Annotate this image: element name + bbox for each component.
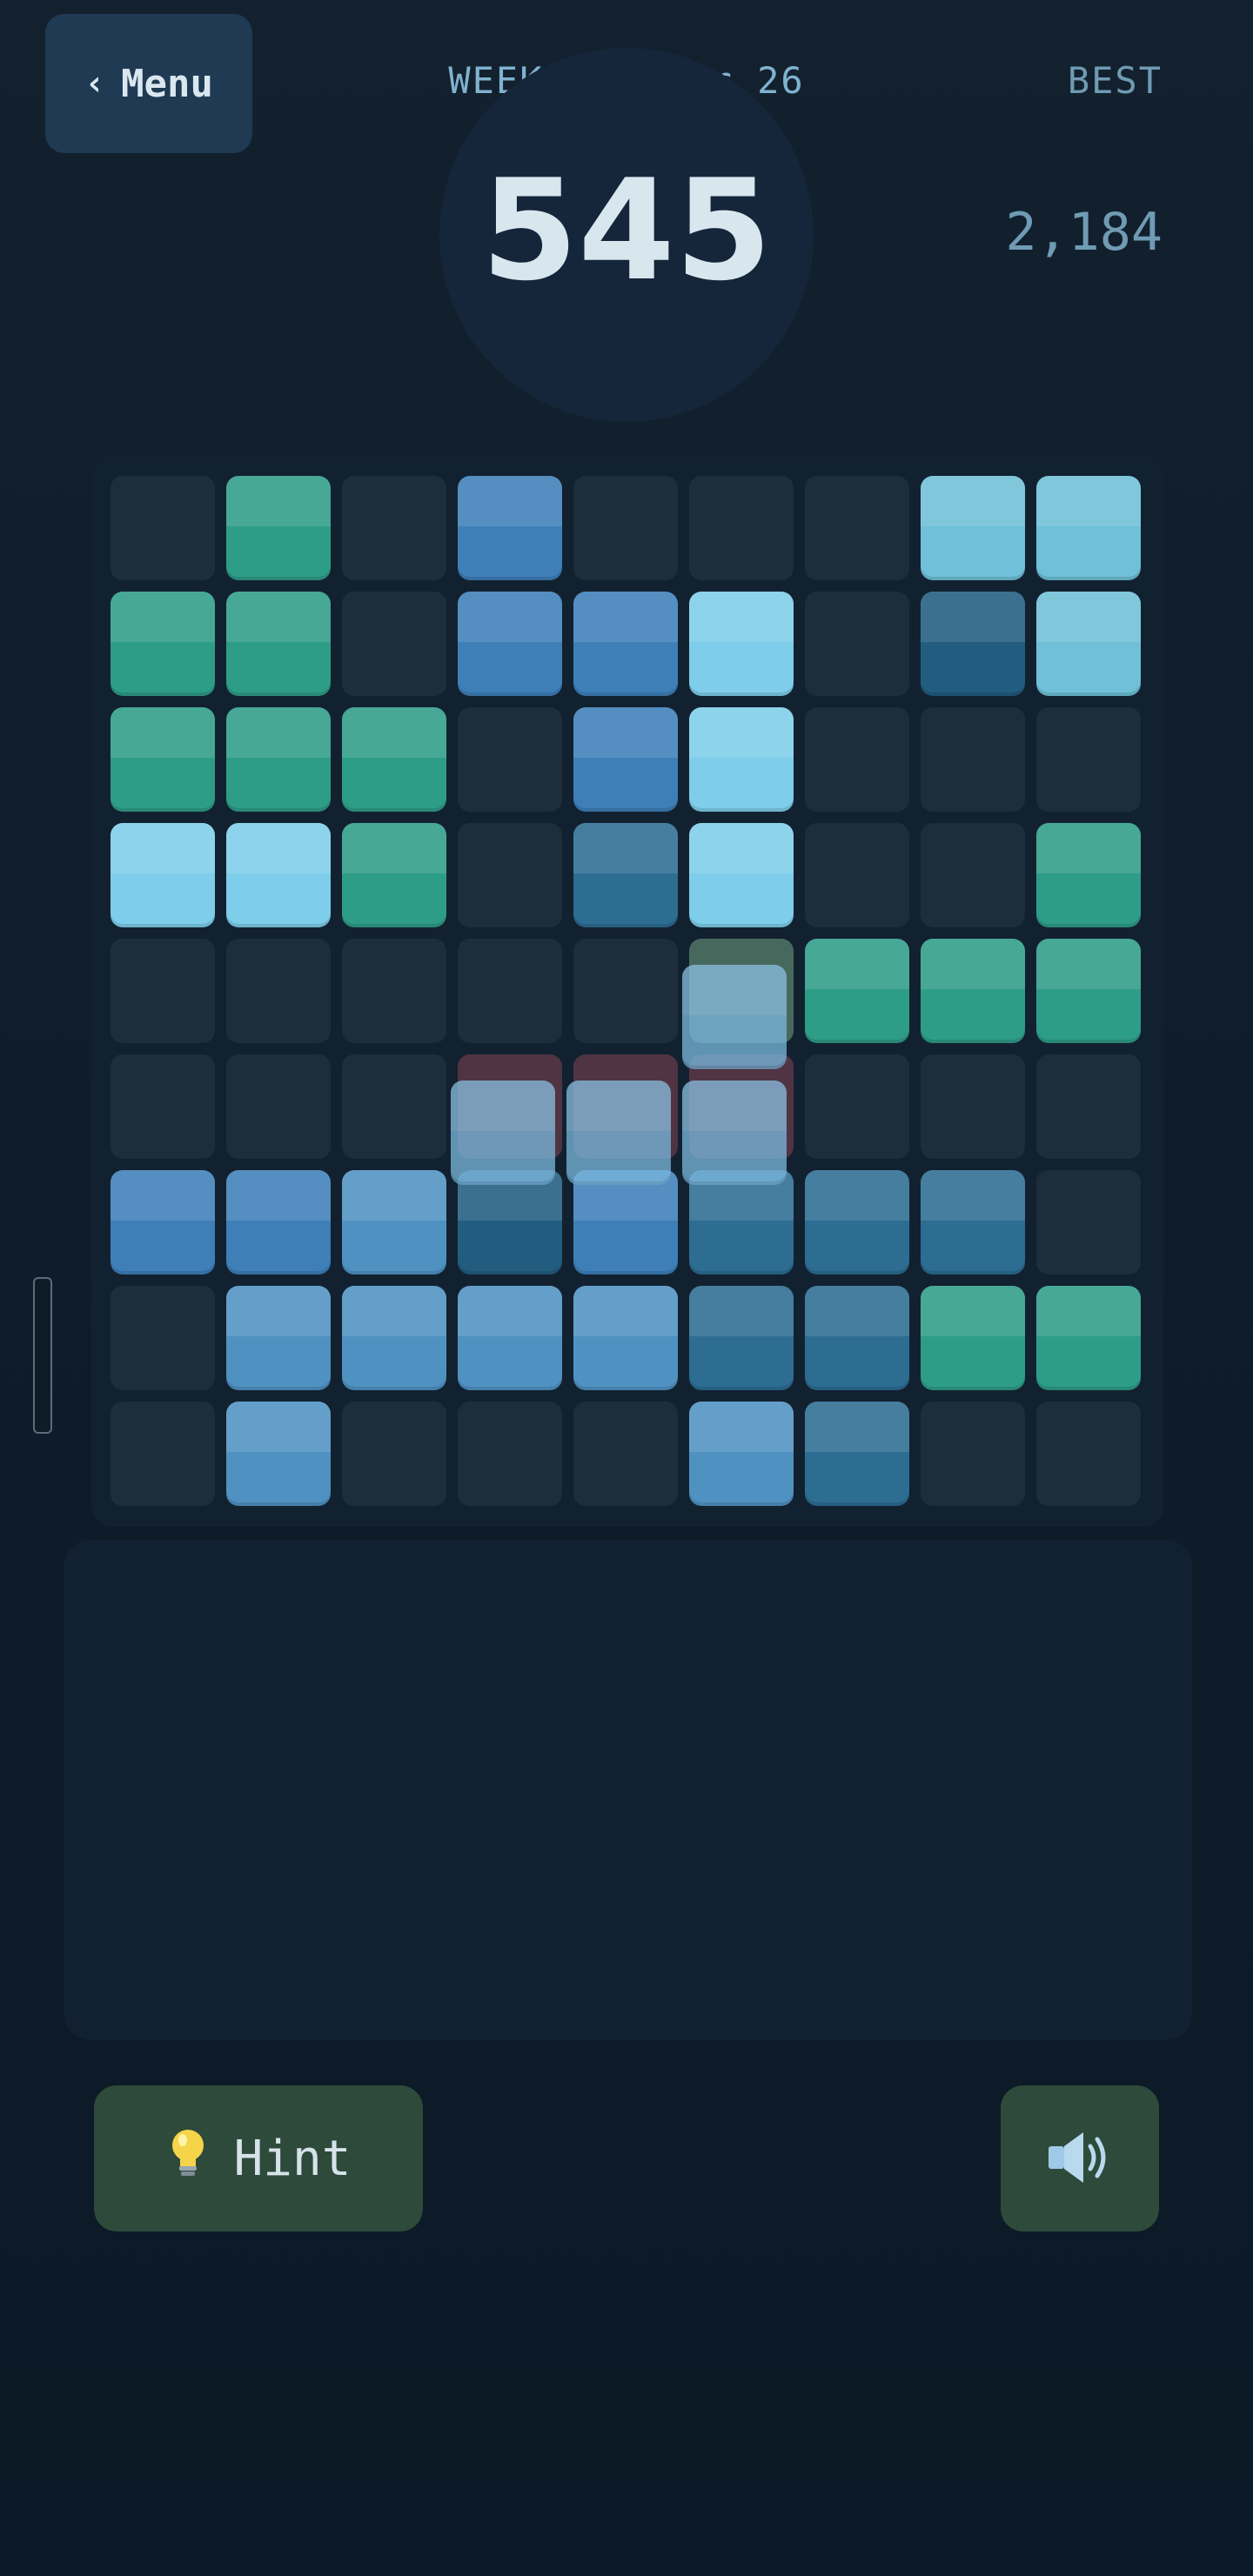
board-tile: [573, 1286, 678, 1390]
board-tile: [1036, 592, 1141, 696]
board-tile: [921, 592, 1025, 696]
board-tile: [689, 1402, 794, 1506]
board-tile: [111, 1170, 215, 1275]
lightbulb-icon: [166, 2126, 210, 2191]
board-cell-empty[interactable]: [458, 1402, 562, 1506]
board-cell-empty[interactable]: [805, 707, 909, 812]
best-label: BEST: [1067, 59, 1163, 102]
dragged-piece-block[interactable]: [682, 1081, 787, 1185]
board-tile: [458, 592, 562, 696]
board-tile: [805, 939, 909, 1043]
hint-label: Hint: [233, 2130, 352, 2187]
best-score: 2,184: [1005, 202, 1163, 263]
board-cell-empty[interactable]: [111, 1402, 215, 1506]
board-tile: [689, 707, 794, 812]
board-cell-empty[interactable]: [111, 1054, 215, 1159]
scroll-handle[interactable]: [33, 1277, 52, 1434]
board-tile: [111, 592, 215, 696]
board-tile: [226, 1170, 331, 1275]
board-cell-empty[interactable]: [921, 1402, 1025, 1506]
board-cell-empty[interactable]: [111, 939, 215, 1043]
menu-label: Menu: [121, 61, 214, 106]
current-score: 545: [481, 149, 772, 311]
board-cell-empty[interactable]: [226, 1054, 331, 1159]
board-tile: [342, 1170, 446, 1275]
board-tile: [573, 1170, 678, 1275]
board-cell-empty[interactable]: [805, 592, 909, 696]
board-cell-empty[interactable]: [921, 707, 1025, 812]
speaker-icon: [1043, 2125, 1116, 2192]
board-cell-empty[interactable]: [111, 1286, 215, 1390]
board-tile: [573, 592, 678, 696]
board-tile: [458, 476, 562, 580]
board-tile: [226, 1402, 331, 1506]
board-tile: [111, 707, 215, 812]
board-tile: [1036, 939, 1141, 1043]
board-cell-empty[interactable]: [573, 939, 678, 1043]
board-tile: [573, 707, 678, 812]
board-tile: [226, 823, 331, 927]
piece-tray[interactable]: [64, 1540, 1192, 2040]
board-cell-empty[interactable]: [342, 1054, 446, 1159]
sound-toggle-button[interactable]: [1001, 2085, 1159, 2231]
board-tile: [342, 1286, 446, 1390]
board-tile: [805, 1402, 909, 1506]
board-cell-empty[interactable]: [921, 1054, 1025, 1159]
board-cell-empty[interactable]: [111, 476, 215, 580]
dragged-piece-block[interactable]: [682, 965, 787, 1069]
board-tile: [1036, 1286, 1141, 1390]
board-cell-empty[interactable]: [805, 823, 909, 927]
board-cell-empty[interactable]: [1036, 1054, 1141, 1159]
board-tile: [573, 823, 678, 927]
board-cell-empty[interactable]: [226, 939, 331, 1043]
chevron-left-icon: ‹: [84, 64, 106, 104]
board-tile: [342, 707, 446, 812]
dragged-piece-block[interactable]: [566, 1081, 671, 1185]
board-cell-empty[interactable]: [458, 939, 562, 1043]
board-cell-empty[interactable]: [573, 1402, 678, 1506]
board-cell-empty[interactable]: [458, 823, 562, 927]
board-cell-empty[interactable]: [458, 707, 562, 812]
board-tile: [111, 823, 215, 927]
board-cell-empty[interactable]: [573, 476, 678, 580]
board-cell-empty[interactable]: [805, 476, 909, 580]
board-tile: [226, 592, 331, 696]
board-cell-empty[interactable]: [921, 823, 1025, 927]
board-tile: [689, 823, 794, 927]
board-tile: [458, 1286, 562, 1390]
board-cell-empty[interactable]: [342, 1402, 446, 1506]
board-cell-empty[interactable]: [342, 592, 446, 696]
board-cell-empty[interactable]: [1036, 1170, 1141, 1275]
board-tile: [1036, 476, 1141, 580]
board-tile: [921, 476, 1025, 580]
board-cell-empty[interactable]: [1036, 1402, 1141, 1506]
board-tile: [226, 476, 331, 580]
board-tile: [342, 823, 446, 927]
board-tile: [689, 592, 794, 696]
dragged-piece-block[interactable]: [451, 1081, 555, 1185]
board-cell-empty[interactable]: [342, 476, 446, 580]
board-cell-empty[interactable]: [1036, 707, 1141, 812]
board-tile: [921, 1170, 1025, 1275]
game-board[interactable]: [91, 457, 1163, 1527]
board-tile: [921, 939, 1025, 1043]
board-tile: [689, 1286, 794, 1390]
menu-button[interactable]: ‹ Menu: [45, 14, 252, 153]
board-tile: [458, 1170, 562, 1275]
board-tile: [226, 707, 331, 812]
board-cell-empty[interactable]: [689, 476, 794, 580]
board-tile: [805, 1170, 909, 1275]
hint-button[interactable]: Hint: [94, 2085, 423, 2231]
board-cell-empty[interactable]: [342, 939, 446, 1043]
board-tile: [921, 1286, 1025, 1390]
board-cell-empty[interactable]: [805, 1054, 909, 1159]
board-tile: [226, 1286, 331, 1390]
board-tile: [1036, 823, 1141, 927]
board-tile: [689, 1170, 794, 1275]
board-tile: [805, 1286, 909, 1390]
